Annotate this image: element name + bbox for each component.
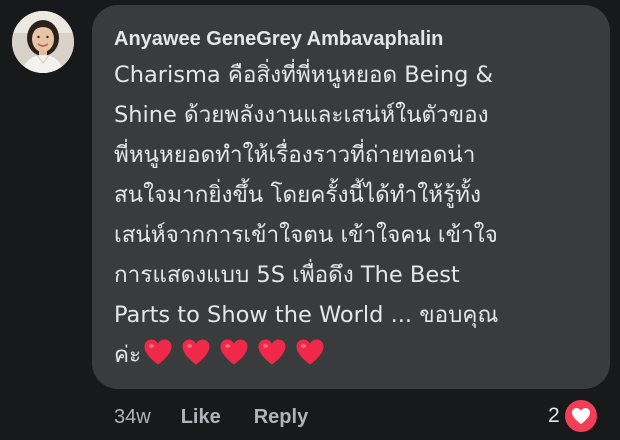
red-heart-emoji [257,338,287,366]
comment-line: เสน่ห์จากการเข้าใจตน เข้าใจคน เข้าใจ [114,222,498,248]
comment-bubble: Anyawee GeneGrey Ambavaphalin Charisma ค… [92,5,610,389]
like-button[interactable]: Like [181,406,221,429]
comment-line: Parts to Show the World ... ขอบคุณ [114,302,499,328]
comment-actions: 34w Like Reply [114,402,308,432]
comment-line: การแสดงแบบ 5S เพื่อดึง The Best [114,262,460,288]
comment-timestamp[interactable]: 34w [114,406,151,429]
comment-line: พี่หนูหยอดทำให้เรื่องราวที่ถ่ายทอดน่า [114,142,476,168]
heart-emoji-group [143,338,333,379]
comment-line: สนใจมากยิ่งขึ้น โดยครั้งนี้ได้ทำให้รู้ทั… [114,182,481,208]
red-heart-emoji [295,338,325,366]
comment-last-line: ค่ะ [114,335,610,379]
reaction-count[interactable]: 2 [548,404,560,428]
red-heart-emoji [181,338,211,366]
comment-thread: Anyawee GeneGrey Ambavaphalin Charisma ค… [0,0,620,440]
comment-text: Charisma คือสิ่งที่พี่หนูหยอด Being & Sh… [114,55,610,379]
profile-photo [12,11,74,73]
comment-line: ค่ะ [114,342,142,368]
comment-line: Shine ด้วยพลังงานและเสน่ห์ในตัวของ [114,102,489,128]
red-heart-emoji [143,338,173,366]
comment-line: Charisma คือสิ่งที่พี่หนูหยอด Being & [114,62,494,88]
avatar[interactable] [12,11,74,73]
heart-icon [571,408,590,424]
love-reaction-icon[interactable] [561,397,600,435]
comment-author[interactable]: Anyawee GeneGrey Ambavaphalin [114,25,610,53]
reply-button[interactable]: Reply [254,406,308,429]
reaction-summary[interactable]: 2 [548,396,600,436]
red-heart-emoji [219,338,249,366]
